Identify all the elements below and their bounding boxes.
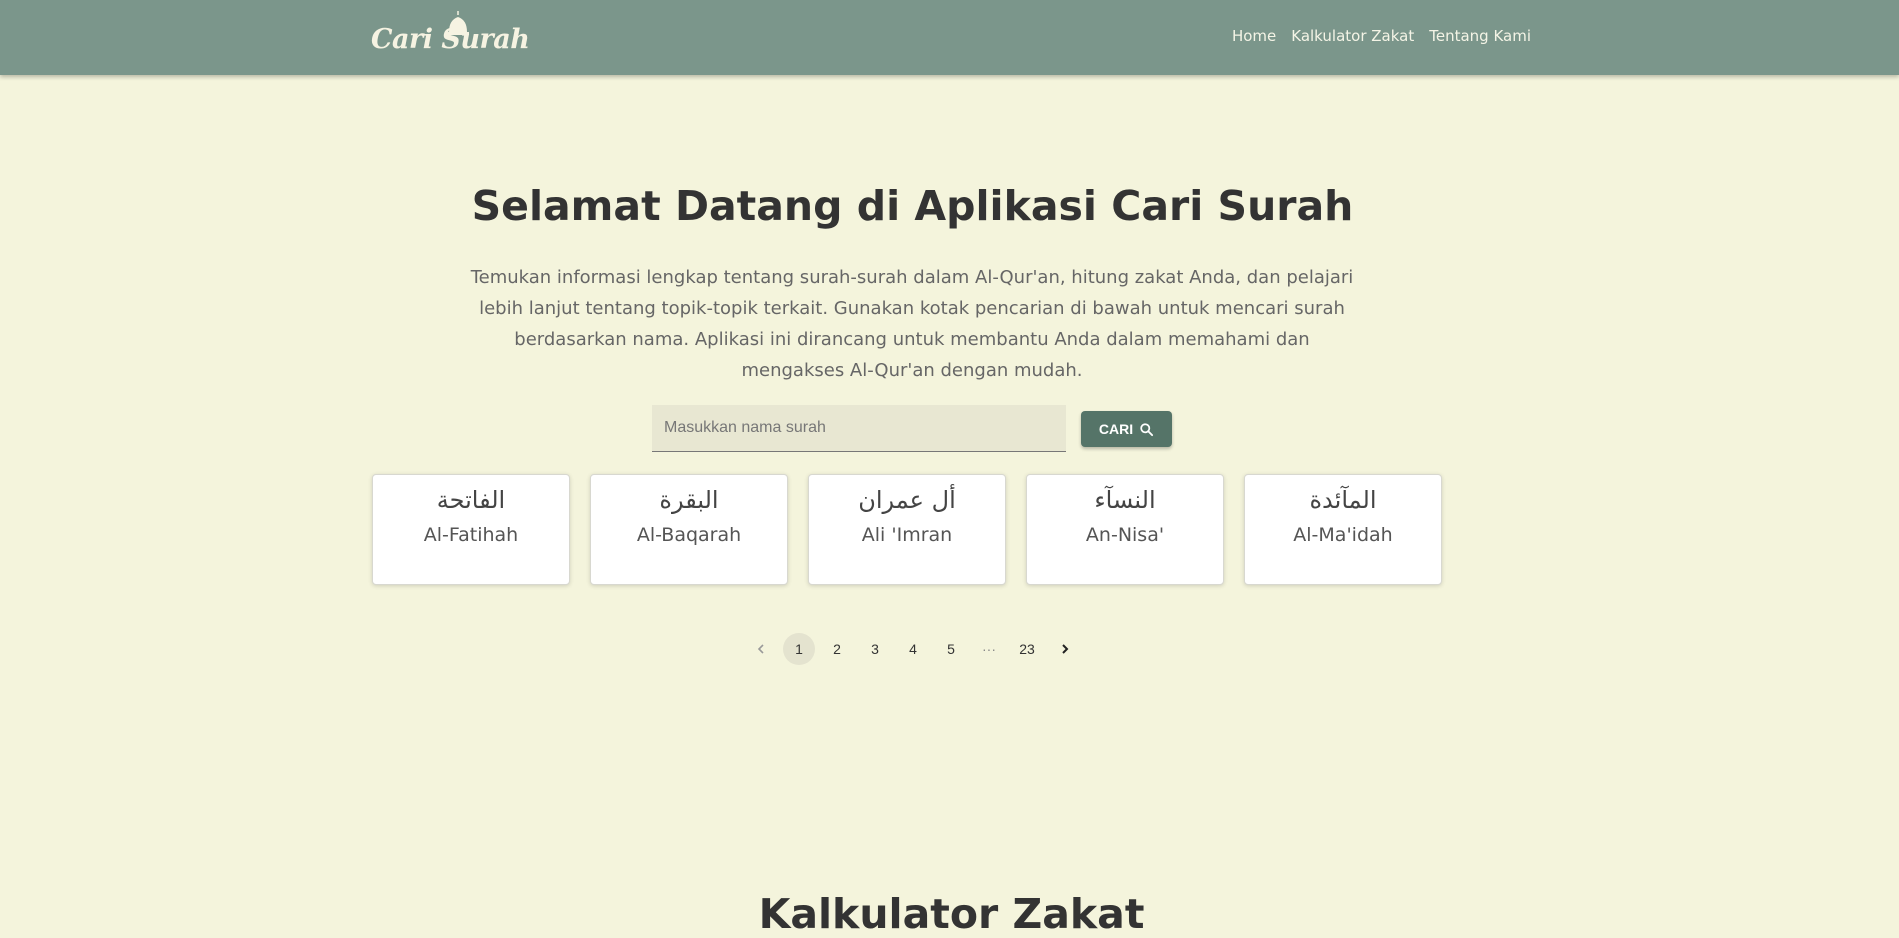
zakat-section-title: Kalkulator Zakat [758, 890, 1145, 938]
surah-card[interactable]: البقرة Al-Baqarah [590, 474, 788, 585]
pagination-page-5[interactable]: 5 [935, 633, 967, 665]
surah-latin-name: Al-Baqarah [636, 524, 742, 546]
nav-link-kalkulator-zakat[interactable]: Kalkulator Zakat [1291, 27, 1414, 45]
pagination: 1 2 3 4 5 ··· 23 [742, 633, 1084, 665]
hero-description: Temukan informasi lengkap tentang surah-… [470, 267, 1354, 381]
surah-card[interactable]: الفاتحة Al-Fatihah [372, 474, 570, 585]
chevron-left-icon [757, 644, 764, 654]
surah-latin-name: Al-Fatihah [423, 524, 519, 546]
chevron-right-icon [1062, 644, 1069, 654]
pagination-page-4[interactable]: 4 [897, 633, 929, 665]
nav-menu: Home Kalkulator Zakat Tentang Kami [1232, 27, 1531, 45]
navbar: Cari Surah Home Kalkulator Zakat Tentang… [0, 0, 1899, 75]
search-button-label: CARI [1098, 421, 1134, 437]
surah-card[interactable]: النسآء An-Nisa' [1026, 474, 1224, 585]
pagination-page-last[interactable]: 23 [1011, 633, 1043, 665]
surah-arabic-name: النسآء [1094, 486, 1156, 514]
nav-link-home[interactable]: Home [1232, 27, 1276, 45]
nav-link-tentang-kami[interactable]: Tentang Kami [1429, 27, 1531, 45]
surah-latin-name: An-Nisa' [1085, 524, 1165, 546]
pagination-page-1[interactable]: 1 [783, 633, 815, 665]
pagination-prev-button[interactable] [745, 633, 777, 665]
surah-arabic-name: أل عمران [858, 486, 956, 514]
mosque-dome-icon [447, 11, 469, 35]
pagination-page-3[interactable]: 3 [859, 633, 891, 665]
hero-title: Selamat Datang di Aplikasi Cari Surah [471, 182, 1354, 230]
logo[interactable]: Cari Surah [371, 10, 530, 60]
search-input[interactable] [652, 405, 1066, 452]
surah-card-list: الفاتحة Al-Fatihah البقرة Al-Baqarah أل … [372, 474, 1442, 585]
pagination-page-2[interactable]: 2 [821, 633, 853, 665]
search-icon [1140, 422, 1154, 436]
surah-card[interactable]: أل عمران Ali 'Imran [808, 474, 1006, 585]
surah-latin-name: Ali 'Imran [861, 524, 953, 546]
surah-arabic-name: البقرة [659, 486, 719, 514]
surah-arabic-name: الفاتحة [436, 486, 506, 514]
pagination-next-button[interactable] [1049, 633, 1081, 665]
surah-card[interactable]: المآئدة Al-Ma'idah [1244, 474, 1442, 585]
pagination-ellipsis: ··· [982, 641, 996, 657]
surah-arabic-name: المآئدة [1309, 486, 1377, 514]
surah-latin-name: Al-Ma'idah [1293, 524, 1393, 546]
search-button[interactable]: CARI [1081, 411, 1172, 447]
